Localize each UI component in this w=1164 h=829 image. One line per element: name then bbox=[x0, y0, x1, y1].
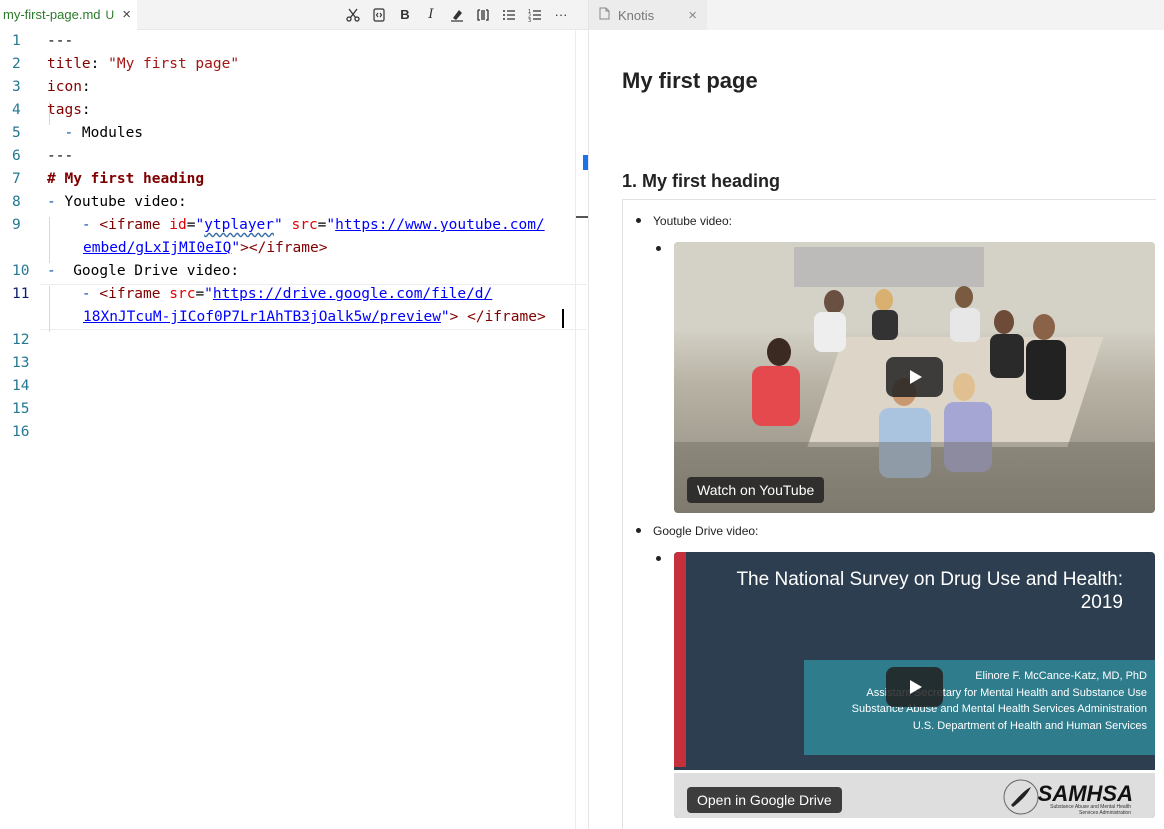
google-drive-embed[interactable]: The National Survey on Drug Use and Heal… bbox=[674, 552, 1155, 818]
preview-tab-bar: Knotis × bbox=[589, 0, 1164, 30]
list-item-label: Youtube video: bbox=[653, 214, 732, 228]
code-line: title: "My first page" bbox=[47, 56, 240, 72]
code-line: icon: bbox=[47, 79, 91, 95]
heading-divider bbox=[622, 199, 1156, 200]
svg-text:3: 3 bbox=[528, 18, 531, 23]
line-number: 4 bbox=[12, 102, 21, 118]
line-number: 15 bbox=[12, 401, 30, 417]
line-number: 11 bbox=[12, 286, 30, 302]
line-number: 5 bbox=[12, 125, 21, 141]
play-button[interactable] bbox=[886, 667, 943, 707]
code-line: tags: bbox=[47, 102, 91, 118]
code-line: - <iframe id="ytplayer" src="https://www… bbox=[47, 217, 545, 233]
line-number: 12 bbox=[12, 332, 30, 348]
list-bullet bbox=[636, 218, 641, 223]
markdown-toolbar: B I 123 ··· bbox=[340, 4, 588, 26]
columns-icon[interactable] bbox=[470, 4, 496, 26]
editor-tab-filename: my-first-page.md bbox=[3, 7, 101, 22]
slide-accent-bar bbox=[674, 552, 686, 767]
slide-author-line: Assistant Secretary for Mental Health an… bbox=[866, 686, 1147, 699]
code-line: - Modules bbox=[47, 125, 144, 141]
line-number: 10 bbox=[12, 263, 30, 279]
list-rule bbox=[622, 200, 623, 829]
youtube-embed[interactable]: Watch on YouTube bbox=[674, 242, 1155, 513]
code-line-wrap: 18XnJTcuM-jICof0P7Lr1AhTB3jOalk5w/previe… bbox=[83, 309, 546, 325]
watch-on-youtube-button[interactable]: Watch on YouTube bbox=[687, 477, 825, 503]
line-number: 1 bbox=[12, 33, 21, 49]
code-line: - Youtube video: bbox=[47, 194, 187, 210]
code-line: --- bbox=[47, 148, 74, 164]
code-editor[interactable]: 1 2 3 4 5 6 7 8 9 10 11 12 13 14 15 16 -… bbox=[0, 30, 587, 829]
close-icon[interactable]: × bbox=[688, 7, 697, 24]
line-number: 13 bbox=[12, 355, 30, 371]
code-line: - Google Drive video: bbox=[47, 263, 240, 279]
list-bullet bbox=[656, 556, 661, 561]
editor-tab-status: U bbox=[105, 7, 115, 22]
document-icon bbox=[599, 7, 610, 23]
bullet-list-icon[interactable] bbox=[496, 4, 522, 26]
numbered-list-icon[interactable]: 123 bbox=[522, 4, 548, 26]
cut-icon[interactable] bbox=[340, 4, 366, 26]
scrollbar-marker bbox=[576, 216, 588, 218]
list-item-label: Google Drive video: bbox=[653, 524, 759, 538]
preview-tab-title: Knotis bbox=[618, 7, 655, 23]
list-bullet bbox=[636, 528, 641, 533]
editor-scrollbar[interactable] bbox=[575, 30, 589, 829]
section-heading: 1. My first heading bbox=[622, 171, 781, 191]
preview-pane: Knotis × My first page 1. My first headi… bbox=[589, 0, 1164, 829]
scrollbar-marker bbox=[583, 155, 588, 170]
hhs-logo-icon bbox=[1003, 779, 1039, 815]
samhsa-logo-subtitle: Substance Abuse and Mental Health Servic… bbox=[1050, 804, 1131, 816]
preview-tab[interactable]: Knotis × bbox=[589, 0, 707, 30]
code-icon[interactable] bbox=[366, 4, 392, 26]
slide-author-block: Elinore F. McCance-Katz, MD, PhD Assista… bbox=[804, 660, 1155, 755]
bold-icon[interactable]: B bbox=[392, 4, 418, 26]
line-number: 3 bbox=[12, 79, 21, 95]
line-number: 9 bbox=[12, 217, 21, 233]
code-line-wrap: embed/gLxIjMI0eIQ"></iframe> bbox=[83, 240, 328, 256]
code-line: - <iframe src="https://drive.google.com/… bbox=[47, 286, 493, 302]
line-number: 8 bbox=[12, 194, 21, 210]
line-number: 7 bbox=[12, 171, 21, 187]
play-button[interactable] bbox=[886, 357, 943, 397]
list-bullet bbox=[656, 246, 661, 251]
slide-author-line: Elinore F. McCance-Katz, MD, PhD bbox=[975, 670, 1147, 682]
line-number: 6 bbox=[12, 148, 21, 164]
editor-tab[interactable]: my-first-page.md U × bbox=[0, 0, 137, 30]
line-number: 2 bbox=[12, 56, 21, 72]
slide-title: The National Survey on Drug Use and Heal… bbox=[736, 569, 1123, 613]
italic-icon[interactable]: I bbox=[418, 4, 444, 26]
editor-pane: my-first-page.md U × B I 1 2 3 ··· 1 2 3… bbox=[0, 0, 589, 829]
line-number: 16 bbox=[12, 424, 30, 440]
more-icon[interactable]: ··· bbox=[548, 4, 574, 26]
code-line: --- bbox=[47, 33, 74, 49]
page-title: My first page bbox=[622, 68, 758, 93]
slide-author-line: U.S. Department of Health and Human Serv… bbox=[912, 719, 1147, 732]
highlight-icon[interactable] bbox=[444, 4, 470, 26]
open-in-google-drive-button[interactable]: Open in Google Drive bbox=[687, 787, 842, 813]
text-cursor bbox=[562, 309, 564, 328]
close-icon[interactable]: × bbox=[122, 7, 131, 22]
code-line: # My first heading bbox=[47, 171, 205, 187]
slide-author-line: Substance Abuse and Mental Health Servic… bbox=[851, 703, 1147, 715]
editor-tab-bar: my-first-page.md U × B I 1 2 3 ··· bbox=[0, 0, 588, 30]
line-number: 14 bbox=[12, 378, 30, 394]
